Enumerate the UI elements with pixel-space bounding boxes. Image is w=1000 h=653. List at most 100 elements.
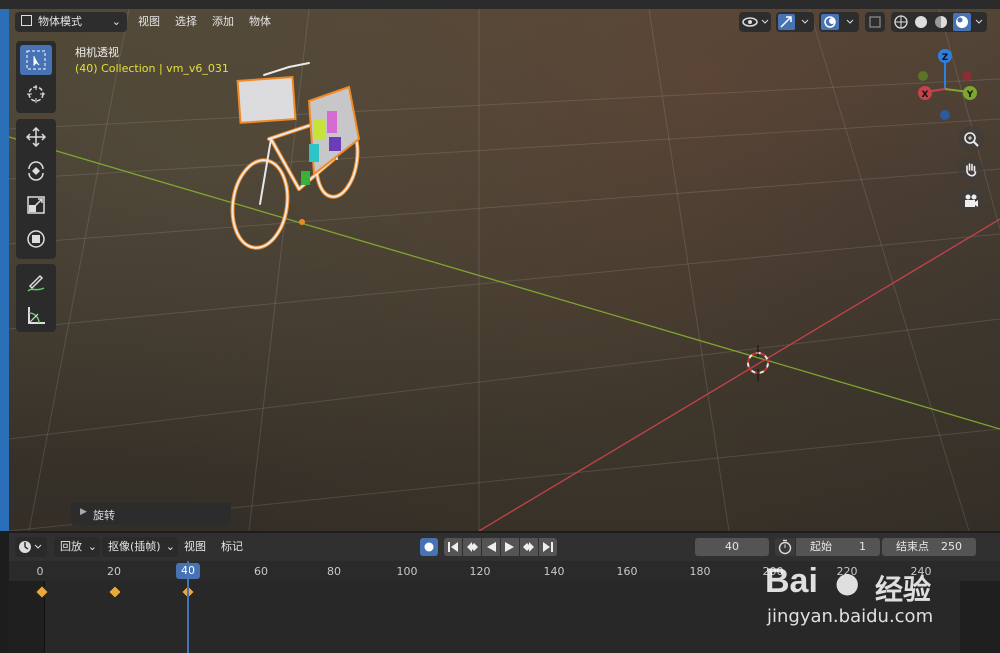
cursor-icon	[27, 85, 45, 103]
gizmo-arrow-icon	[778, 14, 809, 30]
overlays-toggle[interactable]	[819, 12, 859, 32]
3d-viewport[interactable]: 物体模式 ⌄ 视图 选择 添加 物体 相机透视 (40) Collection …	[9, 9, 1000, 531]
keying-label: 抠像(插帧)	[108, 540, 161, 553]
next-keyframe-button[interactable]	[520, 538, 538, 556]
menu-view[interactable]: 视图	[138, 12, 160, 32]
last-operator-label: 旋转	[93, 509, 115, 522]
chevron-down-icon: ⌄	[111, 15, 121, 28]
triangle-right-icon: ▶	[80, 507, 87, 517]
menu-object[interactable]: 物体	[249, 12, 271, 32]
editor-type-select[interactable]	[15, 537, 47, 557]
neg-y-axis-handle[interactable]	[962, 71, 972, 81]
playback-controls	[444, 538, 564, 556]
start-label: 起始	[810, 540, 832, 553]
start-value: 1	[859, 540, 866, 553]
transform-icon	[27, 230, 45, 248]
select-box-icon	[26, 50, 46, 70]
tick-label: 20	[107, 565, 121, 578]
jump-start-button[interactable]	[444, 538, 462, 556]
tick-label: 100	[396, 565, 418, 578]
shading-modes[interactable]	[891, 12, 987, 32]
playhead-line[interactable]	[187, 561, 189, 653]
zoom-button[interactable]	[958, 126, 984, 152]
toolbar-group-2	[16, 119, 56, 259]
tick-label: 0	[36, 565, 44, 578]
x-axis-label: X	[922, 90, 929, 100]
cursor-tool[interactable]	[20, 79, 52, 109]
next-keyframe-icon	[523, 542, 534, 552]
toolbar-group-3	[16, 264, 56, 332]
toolbar-group-1	[16, 41, 56, 113]
record-icon	[424, 542, 434, 552]
select-box-tool[interactable]	[20, 45, 52, 75]
play-reverse-icon	[487, 542, 496, 552]
object-mode-icon	[21, 15, 32, 26]
playback-label: 回放	[60, 540, 82, 553]
rotate-tool[interactable]	[20, 156, 52, 186]
annotate-tool[interactable]	[20, 267, 52, 297]
scale-icon	[27, 196, 45, 214]
current-frame-field[interactable]: 40	[695, 538, 769, 556]
stopwatch-icon	[778, 539, 792, 555]
end-value: 250	[941, 540, 962, 553]
prev-keyframe-icon	[467, 542, 478, 552]
tick-label: 80	[327, 565, 341, 578]
clock-icon	[19, 541, 42, 553]
gizmo-toggle[interactable]	[776, 12, 814, 32]
tick-label: 60	[254, 565, 268, 578]
auto-keying-button[interactable]	[420, 538, 438, 556]
jump-end-button[interactable]	[539, 538, 557, 556]
overlays-icon	[821, 14, 854, 30]
ruler-icon	[28, 307, 45, 324]
camera-view-button[interactable]	[958, 188, 984, 214]
neg-z-axis-handle[interactable]	[940, 110, 950, 120]
zoom-icon	[964, 132, 979, 147]
watermark-brand: Bai	[765, 562, 818, 600]
play-icon	[505, 542, 514, 552]
menu-add[interactable]: 添加	[212, 12, 234, 32]
watermark-brand2: 经验	[875, 573, 932, 606]
baidu-watermark: Bai ● 经验 jingyan.baidu.com	[765, 562, 965, 637]
hand-icon	[966, 163, 977, 177]
tick-label: 140	[543, 565, 565, 578]
eye-icon	[742, 17, 769, 27]
y-axis-label: Y	[966, 90, 974, 100]
keying-menu[interactable]: 抠像(插帧) ⌄	[102, 537, 178, 557]
y-axis-line	[9, 136, 1000, 430]
3d-cursor-icon[interactable]	[747, 345, 769, 381]
watermark-url: jingyan.baidu.com	[767, 606, 934, 627]
pencil-icon	[27, 274, 45, 292]
rotate-icon	[28, 161, 44, 181]
move-tool[interactable]	[20, 122, 52, 152]
end-label: 结束点	[896, 540, 929, 553]
pan-button[interactable]	[958, 157, 984, 183]
measure-tool[interactable]	[20, 300, 52, 330]
bicycle-object[interactable]	[227, 62, 362, 251]
visibility-dropdown[interactable]	[739, 12, 771, 32]
z-axis-label: Z	[942, 53, 949, 63]
start-frame-field[interactable]: 起始 1	[796, 538, 880, 556]
neg-x-axis-handle[interactable]	[918, 71, 928, 81]
prev-keyframe-button[interactable]	[463, 538, 481, 556]
play-button[interactable]	[501, 538, 519, 556]
chevron-down-icon: ⌄	[87, 540, 97, 553]
window-top-strip	[0, 0, 1000, 9]
tick-label: 120	[469, 565, 491, 578]
playback-menu[interactable]: 回放 ⌄	[54, 537, 100, 557]
last-operator-panel[interactable]: ▶ 旋转	[71, 503, 231, 525]
transform-tool[interactable]	[20, 224, 52, 254]
xray-toggle[interactable]	[865, 12, 885, 32]
scale-tool[interactable]	[20, 190, 52, 220]
preview-range-toggle[interactable]	[775, 538, 795, 556]
timeline-menu-marker[interactable]: 标记	[221, 537, 243, 557]
tick-label: 160	[616, 565, 638, 578]
xray-icon	[869, 16, 881, 28]
keyframe-diamond[interactable]	[107, 584, 123, 600]
mode-select[interactable]: 物体模式 ⌄	[15, 12, 127, 32]
menu-select[interactable]: 选择	[175, 12, 197, 32]
window-left-edge	[0, 9, 9, 531]
end-frame-field[interactable]: 结束点 250	[882, 538, 976, 556]
play-reverse-button[interactable]	[482, 538, 500, 556]
navigation-gizmo[interactable]: Z X Y	[909, 47, 984, 127]
timeline-menu-view[interactable]: 视图	[184, 537, 206, 557]
